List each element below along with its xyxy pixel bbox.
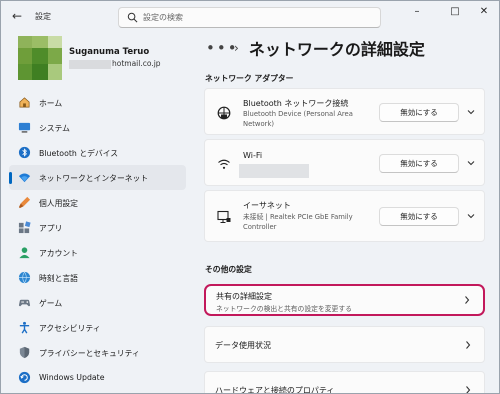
- update-icon: [18, 371, 31, 384]
- game-icon: [18, 299, 31, 307]
- sidebar-item-accounts[interactable]: アカウント: [9, 240, 186, 265]
- sidebar-item-personalization[interactable]: 個人用設定: [9, 190, 186, 215]
- sidebar-item-label: Windows Update: [39, 373, 105, 382]
- sidebar-item-gaming[interactable]: ゲーム: [9, 290, 186, 315]
- maximize-button[interactable]: □: [442, 5, 468, 19]
- link-title: 共有の詳細設定: [216, 292, 272, 301]
- link-hardware-properties[interactable]: ハードウェアと接続のプロパティ: [204, 371, 485, 394]
- chevron-right-icon: [466, 386, 471, 393]
- back-button[interactable]: ←: [10, 9, 24, 23]
- sidebar-item-apps[interactable]: アプリ: [9, 215, 186, 240]
- adapter-title: イーサネット: [243, 201, 291, 210]
- chevron-right-icon: [465, 296, 470, 304]
- redacted-adapter-info: [239, 164, 309, 178]
- chevron-right-icon: [466, 341, 471, 349]
- sidebar-item-home[interactable]: ホーム: [9, 90, 186, 115]
- sidebar-item-label: 時刻と言語: [39, 274, 78, 283]
- avatar[interactable]: [18, 36, 62, 80]
- sidebar-item-label: アカウント: [39, 249, 78, 258]
- disable-button[interactable]: 無効にする: [379, 103, 459, 122]
- chevron-down-icon[interactable]: [466, 107, 476, 117]
- sidebar-item-time-language[interactable]: 時刻と言語: [9, 265, 186, 290]
- ethernet-icon: [217, 106, 231, 120]
- adapter-subtitle: Bluetooth Device (Personal Area Network): [243, 110, 353, 128]
- search-box[interactable]: [118, 7, 381, 28]
- accessibility-icon: [19, 321, 30, 334]
- sidebar-item-windows-update[interactable]: Windows Update: [9, 365, 186, 390]
- shield-icon: [19, 346, 30, 359]
- page-title: ネットワークの詳細設定: [248, 40, 425, 59]
- account-icon: [19, 247, 30, 259]
- time-language-icon: [18, 271, 31, 284]
- sidebar-item-label: 個人用設定: [39, 199, 78, 208]
- sidebar-item-label: ネットワークとインターネット: [39, 174, 149, 183]
- link-data-usage[interactable]: データ使用状況: [204, 326, 485, 363]
- monitor-network-icon: [217, 210, 231, 223]
- sidebar-item-label: アクセシビリティ: [39, 324, 101, 333]
- profile-email: hotmail.co.jp: [69, 59, 161, 69]
- settings-window: ← 設定 – □ ✕ Suganuma Teruo hotmail.co.jp: [0, 0, 500, 394]
- minimize-button[interactable]: –: [404, 5, 430, 19]
- sidebar-item-bluetooth[interactable]: Bluetooth とデバイス: [9, 140, 186, 165]
- sidebar-item-accessibility[interactable]: アクセシビリティ: [9, 315, 186, 340]
- title-bar: ← 設定 – □ ✕: [1, 1, 499, 31]
- system-icon: [18, 122, 31, 133]
- link-title: ハードウェアと接続のプロパティ: [215, 386, 335, 394]
- apps-icon: [18, 221, 31, 234]
- wifi-icon: [18, 173, 31, 183]
- chevron-right-icon: ›: [234, 41, 239, 55]
- sidebar-item-label: Bluetooth とデバイス: [39, 149, 119, 158]
- search-input[interactable]: [143, 10, 373, 25]
- adapter-title: Wi-Fi: [243, 151, 263, 160]
- link-advanced-sharing[interactable]: 共有の詳細設定 ネットワークの検出と共有の設定を変更する: [204, 284, 485, 316]
- home-icon: [19, 97, 30, 108]
- profile-name: Suganuma Teruo: [69, 47, 150, 57]
- adapter-subtitle: 未接続 | Realtek PCIe GbE Family Controller: [243, 213, 353, 231]
- adapter-card-ethernet[interactable]: イーサネット 未接続 | Realtek PCIe GbE Family Con…: [204, 190, 485, 242]
- adapter-title: Bluetooth ネットワーク接続: [243, 99, 349, 108]
- adapter-card-bluetooth[interactable]: Bluetooth ネットワーク接続 Bluetooth Device (Per…: [204, 88, 485, 135]
- wifi-icon: [218, 159, 230, 169]
- breadcrumb: ••• › ネットワークの詳細設定: [206, 36, 425, 60]
- sidebar-item-label: ホーム: [39, 99, 63, 108]
- sidebar-item-label: アプリ: [39, 224, 63, 233]
- brush-icon: [18, 196, 31, 209]
- app-title: 設定: [35, 12, 51, 21]
- sidebar-item-system[interactable]: システム: [9, 115, 186, 140]
- sidebar-item-network[interactable]: ネットワークとインターネット: [9, 165, 186, 190]
- section-title-adapters: ネットワーク アダプター: [205, 74, 294, 83]
- chevron-down-icon[interactable]: [466, 211, 476, 221]
- disable-button[interactable]: 無効にする: [379, 207, 459, 226]
- sidebar-item-label: システム: [39, 124, 70, 133]
- breadcrumb-overflow-button[interactable]: •••: [206, 39, 237, 57]
- link-subtitle: ネットワークの検出と共有の設定を変更する: [216, 305, 352, 313]
- link-title: データ使用状況: [215, 341, 271, 350]
- email-redaction: [69, 59, 111, 69]
- adapter-card-wifi[interactable]: Wi-Fi 無効にする: [204, 139, 485, 186]
- bluetooth-icon: [18, 146, 31, 159]
- sidebar-item-privacy[interactable]: プライバシーとセキュリティ: [9, 340, 186, 365]
- search-icon: [127, 12, 138, 23]
- sidebar-item-label: ゲーム: [39, 299, 63, 308]
- sidebar-item-label: プライバシーとセキュリティ: [39, 349, 140, 358]
- email-suffix: hotmail.co.jp: [112, 59, 161, 68]
- section-title-other: その他の設定: [205, 265, 252, 274]
- close-button[interactable]: ✕: [471, 5, 497, 19]
- chevron-down-icon[interactable]: [466, 158, 476, 168]
- disable-button[interactable]: 無効にする: [379, 154, 459, 173]
- sidebar-nav: ホーム システム Bluetooth とデバイス ネットワークとインターネット: [9, 90, 186, 390]
